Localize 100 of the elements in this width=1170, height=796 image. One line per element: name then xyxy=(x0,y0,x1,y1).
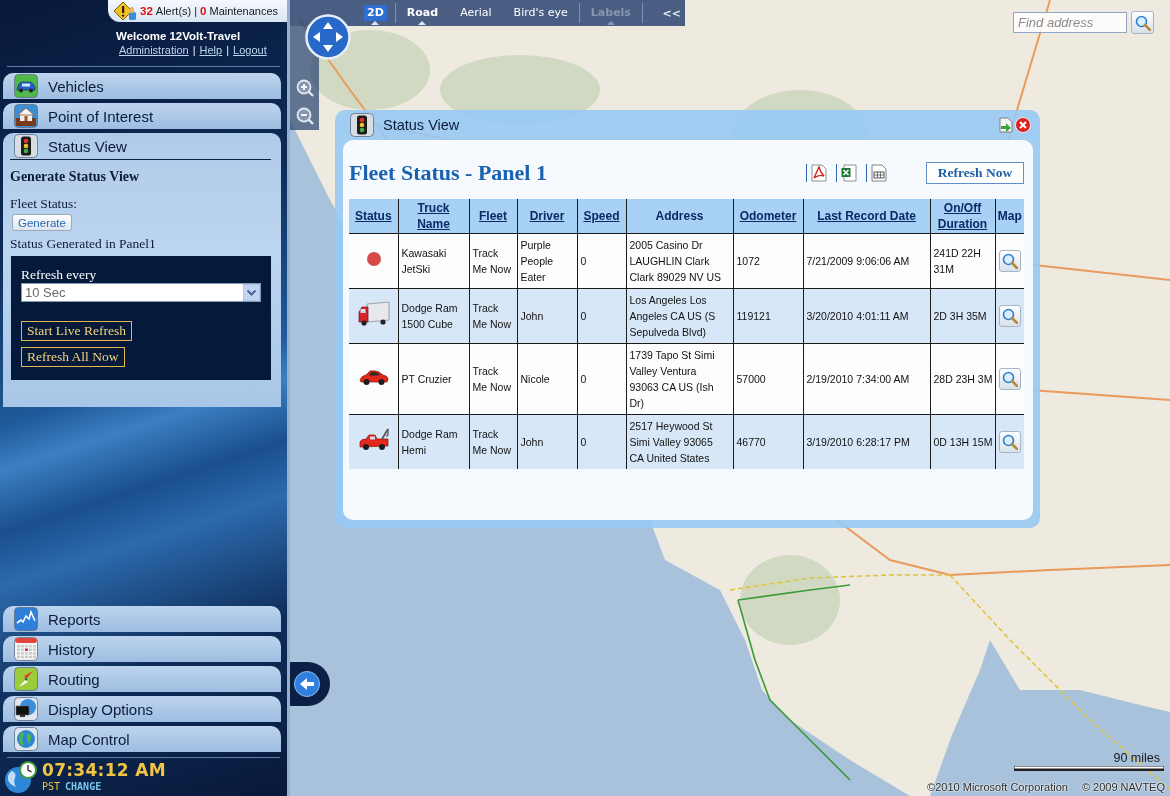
table-cell: 3/20/2010 4:01:11 AM xyxy=(803,288,930,344)
truck-icon xyxy=(358,301,391,327)
table-cell: 7/21/2009 9:06:06 AM xyxy=(803,233,930,289)
table-cell: Track Me Now xyxy=(469,414,517,469)
table-cell: 1072 xyxy=(733,233,803,289)
menu-item[interactable]: History xyxy=(3,636,281,662)
copyright-text: © 2009 NAVTEQ xyxy=(1081,781,1165,793)
column-header[interactable]: Status xyxy=(349,199,398,234)
menu-item[interactable]: Display Options xyxy=(3,696,281,722)
table-cell: 2517 Heywood St Simi Valley 93065 CA United States xyxy=(626,414,733,469)
separator: | xyxy=(194,5,198,17)
account-link[interactable]: Help xyxy=(199,43,223,58)
table-cell: Purple People Eater xyxy=(517,233,577,289)
table-cell: Track Me Now xyxy=(469,288,517,344)
map-view-button[interactable]: 2D xyxy=(364,5,387,21)
table-cell: 3/19/2010 6:28:17 PM xyxy=(803,414,930,469)
table-cell: John xyxy=(517,414,577,469)
refresh-button[interactable]: Refresh All Now xyxy=(21,347,125,367)
panel-title: Fleet Status - Panel 1 xyxy=(349,159,547,186)
globe-icon xyxy=(14,727,38,751)
separator: | xyxy=(226,43,230,58)
map-view-button[interactable]: Bird's eye xyxy=(513,5,568,21)
table-cell: John xyxy=(517,288,577,344)
globe-clock-icon xyxy=(4,760,38,794)
menu-item[interactable]: Reports xyxy=(3,606,281,632)
arrow-left-icon xyxy=(294,671,320,697)
page-arrow-icon[interactable] xyxy=(999,117,1013,133)
table-cell: 2D 3H 35M xyxy=(930,288,995,344)
table-cell: 1739 Tapo St Simi Valley Ventura 93063 CA US (Ish Dr) xyxy=(626,343,733,415)
show-on-map-button[interactable] xyxy=(998,250,1021,272)
maintenances-link[interactable]: Maintenances xyxy=(209,5,278,17)
table-cell: Nicole xyxy=(517,343,577,415)
show-on-map-button[interactable] xyxy=(998,431,1021,453)
refresh-button[interactable]: Start Live Refresh xyxy=(21,321,132,341)
chevron-down-icon xyxy=(243,284,260,301)
window-title: Status View xyxy=(383,117,460,133)
table-cell: 0 xyxy=(577,343,626,415)
show-on-map-button[interactable] xyxy=(998,368,1021,390)
table-cell: Track Me Now xyxy=(469,343,517,415)
account-link[interactable]: Logout xyxy=(233,43,267,58)
find-address-field[interactable]: Find address xyxy=(1013,12,1127,33)
table-cell: Track Me Now xyxy=(469,233,517,289)
search-button[interactable] xyxy=(1131,11,1154,34)
magnifier-icon xyxy=(1001,371,1018,387)
status-dot-icon xyxy=(367,252,382,266)
show-on-map-button[interactable] xyxy=(998,305,1021,327)
spreadsheet-icon[interactable] xyxy=(841,163,857,182)
table-cell: 57000 xyxy=(733,343,803,415)
time-zone: PST xyxy=(42,782,61,792)
traffic-light-icon xyxy=(350,113,374,137)
menu-item[interactable]: Vehicles xyxy=(3,73,281,99)
table-cell: 0 xyxy=(577,288,626,344)
menu-item[interactable]: Point of Interest xyxy=(3,103,281,129)
map-view-button[interactable]: Road xyxy=(406,5,439,21)
pan-control-icon[interactable] xyxy=(305,14,351,60)
refresh-now-button[interactable]: Refresh Now xyxy=(926,161,1024,184)
traffic-light-icon xyxy=(14,134,38,158)
zoom-out-icon[interactable] xyxy=(296,107,314,125)
menu-item[interactable]: Routing xyxy=(3,666,281,692)
table-cell: Dodge Ram Hemi xyxy=(398,414,469,469)
alerts-link[interactable]: Alert(s) xyxy=(155,5,192,17)
scale-bar-icon xyxy=(1014,766,1164,771)
column-header[interactable]: Last Record Date xyxy=(803,199,930,234)
collapse-toolbar-button[interactable]: << xyxy=(662,6,681,20)
clock-time: 07:34:12 AM xyxy=(42,762,166,779)
column-header: Address xyxy=(626,199,733,234)
refresh-interval-select[interactable]: 10 Sec xyxy=(21,283,261,302)
house-icon xyxy=(14,104,38,128)
calendar-icon xyxy=(14,637,38,661)
car-icon xyxy=(359,368,390,386)
table-cell: 241D 22H 31M xyxy=(930,233,995,289)
table-cell: Dodge Ram 1500 Cube xyxy=(398,288,469,344)
column-header[interactable]: On/Off Duration xyxy=(930,199,995,234)
separator: | xyxy=(192,43,196,58)
table-cell: PT Cruzier xyxy=(398,343,469,415)
close-icon[interactable] xyxy=(1015,117,1031,133)
warning-icon xyxy=(113,1,137,21)
change-time-zone-link[interactable]: CHANGE xyxy=(65,782,102,792)
zoom-in-icon[interactable] xyxy=(296,79,314,97)
magnifier-icon xyxy=(1134,14,1151,31)
map-view-button[interactable]: Aerial xyxy=(460,5,492,21)
monitor-icon xyxy=(14,697,38,721)
table-cell: Kawasaki JetSki xyxy=(398,233,469,289)
table-cell: 2/19/2010 7:34:00 AM xyxy=(803,343,930,415)
column-header[interactable]: Truck Name xyxy=(398,199,469,234)
field-label: Refresh every xyxy=(21,267,97,282)
column-header[interactable]: Odometer xyxy=(733,199,803,234)
collapse-sidebar-button[interactable] xyxy=(290,662,330,706)
welcome-text: Welcome 12Volt-Travel xyxy=(116,29,241,43)
column-header[interactable]: Fleet xyxy=(469,199,517,234)
column-header[interactable]: Driver xyxy=(517,199,577,234)
account-link[interactable]: Administration xyxy=(119,43,189,58)
pdf-document-icon[interactable] xyxy=(811,163,827,182)
generate-button[interactable]: Generate xyxy=(12,214,72,231)
document-icon[interactable] xyxy=(871,163,887,182)
column-header[interactable]: Speed xyxy=(577,199,626,234)
menu-item[interactable]: Status View xyxy=(3,133,281,159)
table-cell: 0 xyxy=(577,414,626,469)
field-label: Fleet Status: xyxy=(10,196,78,211)
menu-item[interactable]: Map Control xyxy=(3,726,281,752)
